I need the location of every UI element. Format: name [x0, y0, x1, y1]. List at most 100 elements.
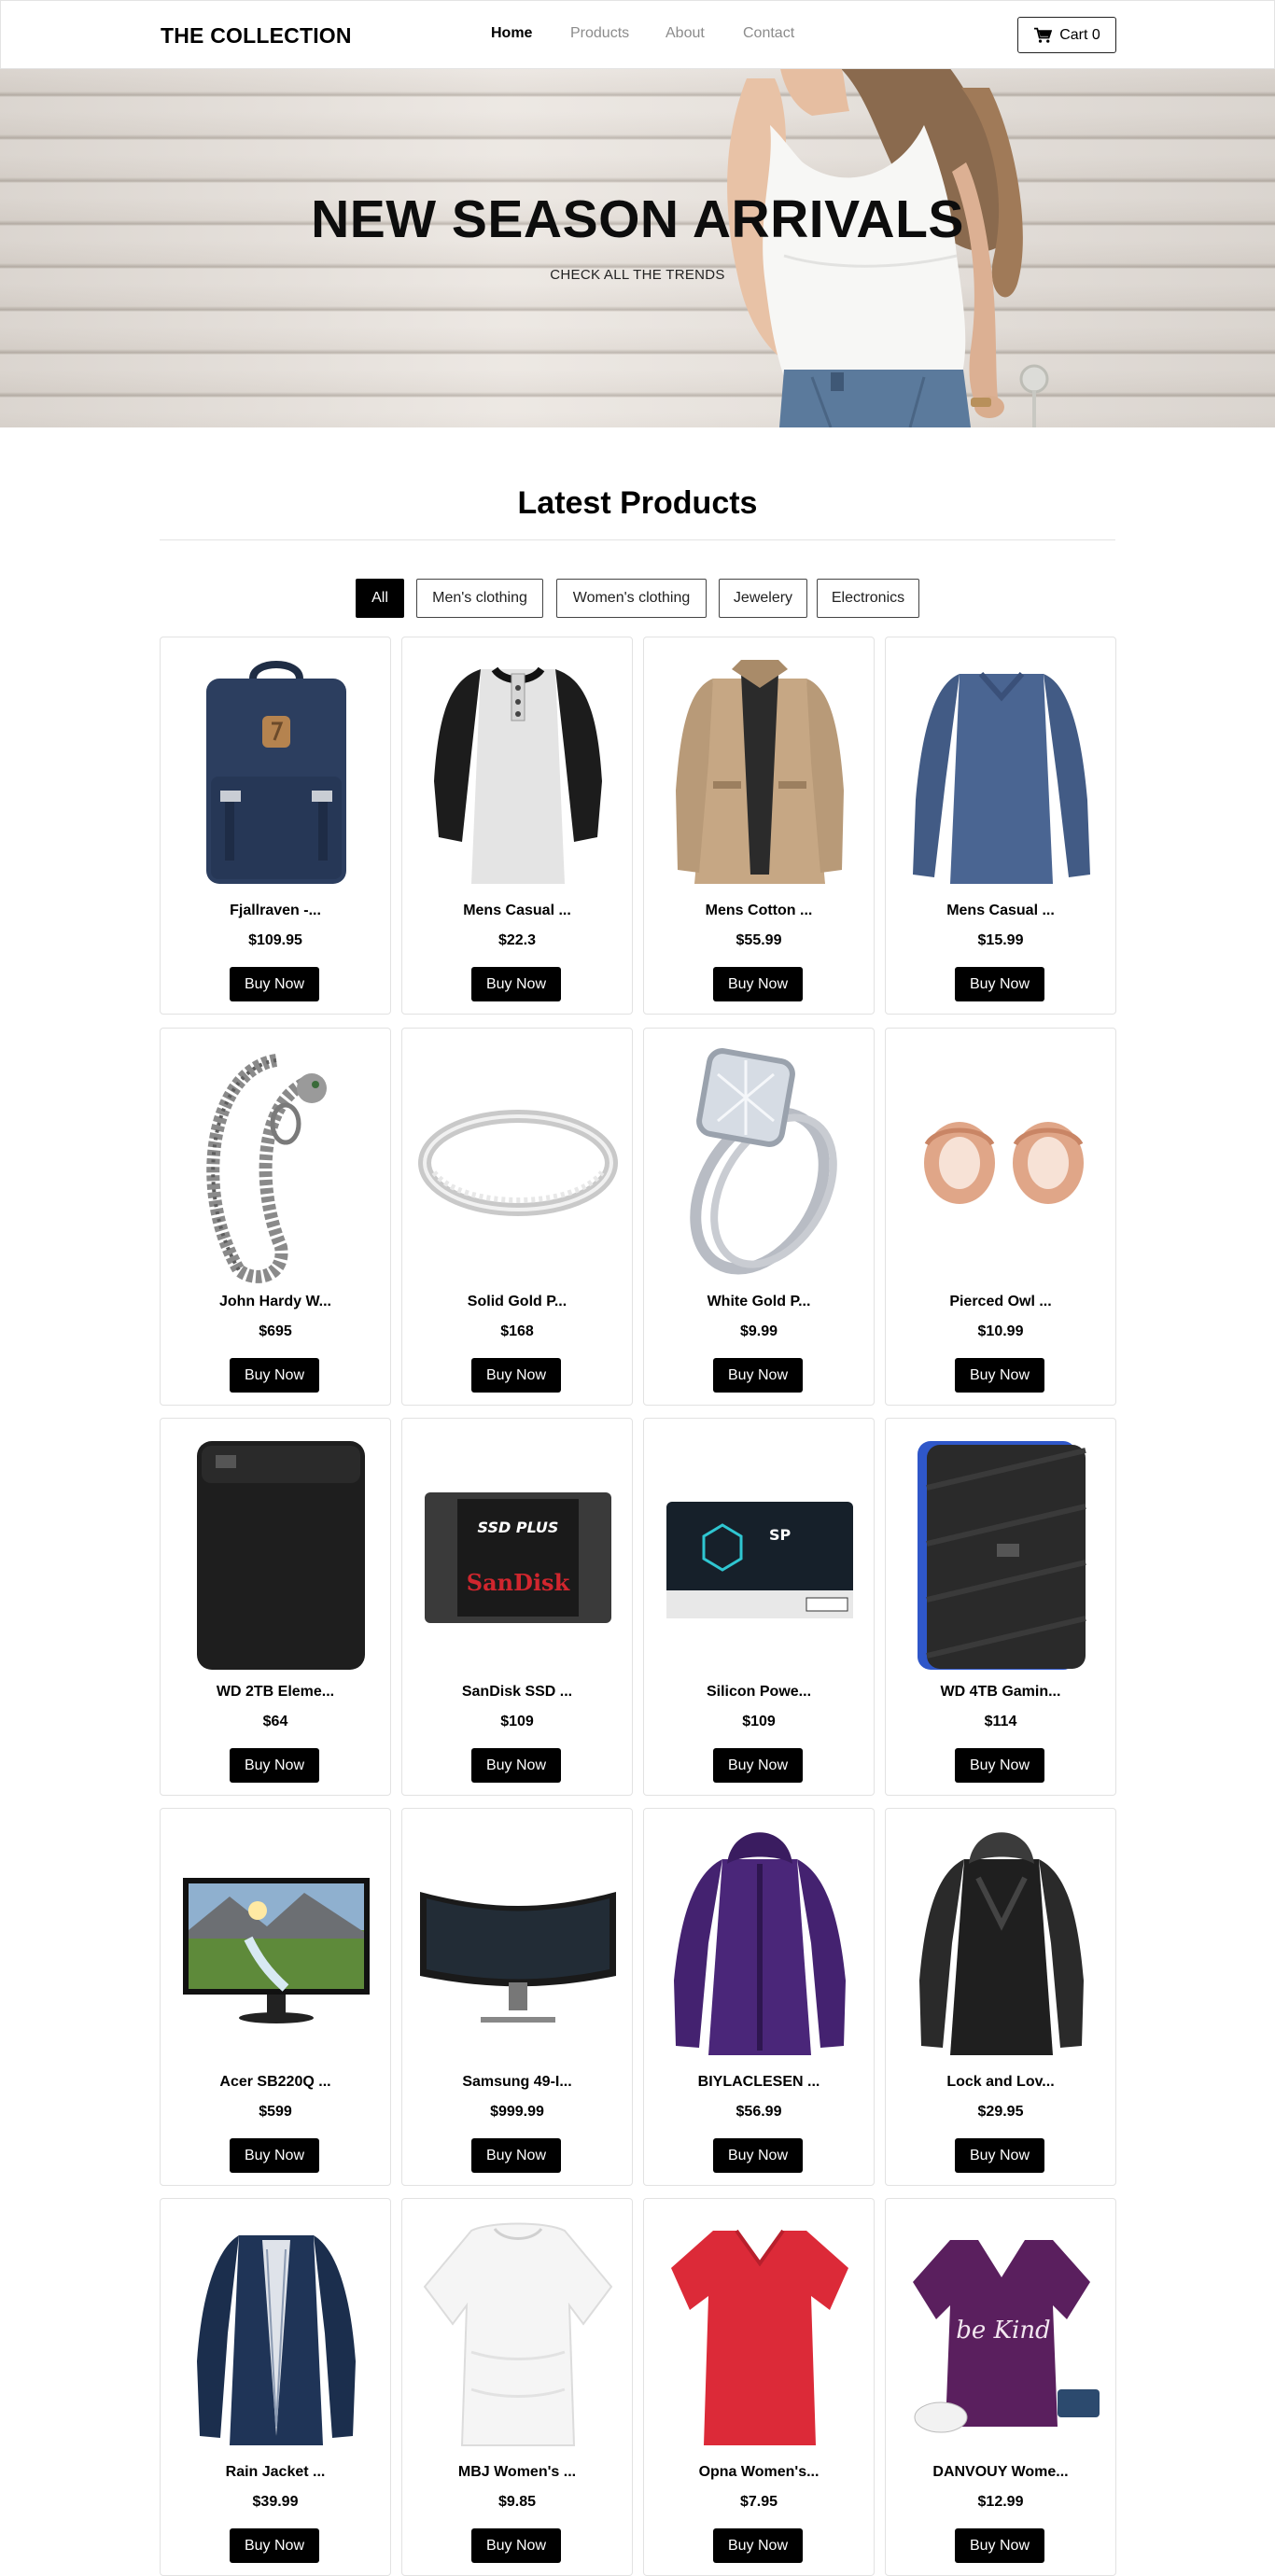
- monitor-icon: [183, 1878, 370, 2023]
- product-image[interactable]: [174, 1822, 379, 2065]
- product-image[interactable]: [899, 651, 1104, 893]
- product-price: $114: [984, 1714, 1017, 1729]
- buy-now-button[interactable]: Buy Now: [713, 1748, 803, 1783]
- sp-logo-text: SP: [769, 1526, 792, 1544]
- hero-title: NEW SEASON ARRIVALS: [311, 189, 964, 249]
- product-card[interactable]: Rain Jacket ... $39.99 Buy Now: [160, 2198, 391, 2576]
- product-card[interactable]: Mens Cotton ... $55.99 Buy Now: [643, 637, 875, 1015]
- product-image[interactable]: [415, 2212, 621, 2455]
- product-image[interactable]: [657, 651, 862, 893]
- red-tshirt-icon: [671, 2229, 848, 2445]
- buy-now-button[interactable]: Buy Now: [713, 967, 803, 1001]
- brand-logo[interactable]: THE COLLECTION: [161, 23, 352, 49]
- product-image[interactable]: [174, 651, 379, 893]
- product-image[interactable]: SSD PLUS SanDisk: [415, 1432, 621, 1674]
- section-title: Latest Products: [517, 485, 758, 521]
- product-image[interactable]: [415, 1042, 621, 1284]
- product-card[interactable]: Acer SB220Q ... $599 Buy Now: [160, 1808, 391, 2186]
- buy-now-button[interactable]: Buy Now: [955, 1358, 1044, 1393]
- product-card[interactable]: White Gold P... $9.99 Buy Now: [643, 1028, 875, 1406]
- cart-icon: [1034, 27, 1053, 43]
- buy-now-button[interactable]: Buy Now: [955, 2138, 1044, 2173]
- product-price: $22.3: [497, 932, 537, 948]
- filter-all-button[interactable]: All: [356, 579, 404, 618]
- sandisk-top-text: SSD PLUS: [478, 1519, 559, 1536]
- tee-print-text: be Kind: [956, 2317, 1050, 2345]
- product-image[interactable]: [657, 1042, 862, 1284]
- nav-contact-link[interactable]: Contact: [743, 25, 794, 42]
- product-price: $168: [500, 1323, 534, 1339]
- product-card[interactable]: SSD PLUS SanDisk SanDisk SSD ... $109 Bu…: [401, 1418, 633, 1796]
- product-card[interactable]: be Kind DANVOUY Wome... $12.99 Buy Now: [885, 2198, 1116, 2576]
- product-title: Pierced Owl ...: [949, 1294, 1052, 1309]
- buy-now-button[interactable]: Buy Now: [471, 2528, 561, 2563]
- raglan-tshirt-icon: [434, 666, 602, 884]
- longsleeve-icon: [913, 672, 1090, 884]
- buy-now-button[interactable]: Buy Now: [230, 1358, 319, 1393]
- buy-now-button[interactable]: Buy Now: [230, 1748, 319, 1783]
- product-card[interactable]: WD 2TB Eleme... $64 Buy Now: [160, 1418, 391, 1796]
- product-title: Acer SB220Q ...: [219, 2074, 331, 2090]
- product-image[interactable]: [415, 651, 621, 893]
- product-image[interactable]: [415, 1822, 621, 2065]
- ssd-sp-icon: SP: [666, 1502, 853, 1618]
- buy-now-button[interactable]: Buy Now: [955, 967, 1044, 1001]
- buy-now-button[interactable]: Buy Now: [471, 2138, 561, 2173]
- buy-now-button[interactable]: Buy Now: [955, 1748, 1044, 1783]
- product-price: $10.99: [977, 1323, 1024, 1339]
- product-price: $39.99: [252, 2494, 299, 2510]
- product-title: White Gold P...: [707, 1294, 811, 1309]
- product-price: $56.99: [736, 2104, 782, 2120]
- product-card[interactable]: Mens Casual ... $22.3 Buy Now: [401, 637, 633, 1015]
- product-price: $9.99: [739, 1323, 778, 1339]
- product-image[interactable]: [899, 1432, 1104, 1674]
- buy-now-button[interactable]: Buy Now: [471, 1748, 561, 1783]
- product-image[interactable]: [174, 1432, 379, 1674]
- product-image[interactable]: [657, 1822, 862, 2065]
- buy-now-button[interactable]: Buy Now: [471, 967, 561, 1001]
- filter-womens-clothing-button[interactable]: Women's clothing: [556, 579, 707, 618]
- product-card[interactable]: BIYLACLESEN ... $56.99 Buy Now: [643, 1808, 875, 2186]
- product-image[interactable]: SP: [657, 1432, 862, 1674]
- product-image[interactable]: be Kind: [899, 2212, 1104, 2455]
- section-divider: [160, 539, 1115, 540]
- nav-products-link[interactable]: Products: [570, 25, 629, 42]
- buy-now-button[interactable]: Buy Now: [955, 2528, 1044, 2563]
- product-card[interactable]: John Hardy W... $695 Buy Now: [160, 1028, 391, 1406]
- buy-now-button[interactable]: Buy Now: [230, 967, 319, 1001]
- product-title: WD 2TB Eleme...: [216, 1684, 335, 1700]
- nav-home-link[interactable]: Home: [491, 25, 532, 42]
- buy-now-button[interactable]: Buy Now: [471, 1358, 561, 1393]
- buy-now-button[interactable]: Buy Now: [230, 2528, 319, 2563]
- buy-now-button[interactable]: Buy Now: [713, 1358, 803, 1393]
- product-image[interactable]: [899, 1822, 1104, 2065]
- buy-now-button[interactable]: Buy Now: [230, 2138, 319, 2173]
- product-card[interactable]: Samsung 49-I... $999.99 Buy Now: [401, 1808, 633, 2186]
- product-price: $15.99: [977, 932, 1024, 948]
- product-card[interactable]: Lock and Lov... $29.95 Buy Now: [885, 1808, 1116, 2186]
- product-card[interactable]: Opna Women's... $7.95 Buy Now: [643, 2198, 875, 2576]
- product-card[interactable]: MBJ Women's ... $9.85 Buy Now: [401, 2198, 633, 2576]
- product-image[interactable]: [899, 1042, 1104, 1284]
- product-card[interactable]: Fjallraven -... $109.95 Buy Now: [160, 637, 391, 1015]
- band-ring-icon: [418, 1110, 618, 1216]
- product-card[interactable]: WD 4TB Gamin... $114 Buy Now: [885, 1418, 1116, 1796]
- product-card[interactable]: Pierced Owl ... $10.99 Buy Now: [885, 1028, 1116, 1406]
- product-image[interactable]: [657, 2212, 862, 2455]
- product-image[interactable]: [174, 2212, 379, 2455]
- rain-jacket-icon: [197, 2235, 356, 2445]
- filter-electronics-button[interactable]: Electronics: [817, 579, 919, 618]
- buy-now-button[interactable]: Buy Now: [713, 2528, 803, 2563]
- filter-jewelery-button[interactable]: Jewelery: [719, 579, 807, 618]
- cart-button[interactable]: Cart 0: [1017, 17, 1116, 53]
- product-card[interactable]: Mens Casual ... $15.99 Buy Now: [885, 637, 1116, 1015]
- nav-about-link[interactable]: About: [666, 25, 705, 42]
- buy-now-button[interactable]: Buy Now: [713, 2138, 803, 2173]
- product-card[interactable]: SP Silicon Powe... $109 Buy Now: [643, 1418, 875, 1796]
- product-card[interactable]: Solid Gold P... $168 Buy Now: [401, 1028, 633, 1406]
- purple-tshirt-icon: be Kind: [913, 2240, 1100, 2433]
- filter-mens-clothing-button[interactable]: Men's clothing: [416, 579, 543, 618]
- product-price: $29.95: [977, 2104, 1024, 2120]
- sandisk-logo-text: SanDisk: [467, 1569, 571, 1596]
- product-image[interactable]: [174, 1042, 379, 1284]
